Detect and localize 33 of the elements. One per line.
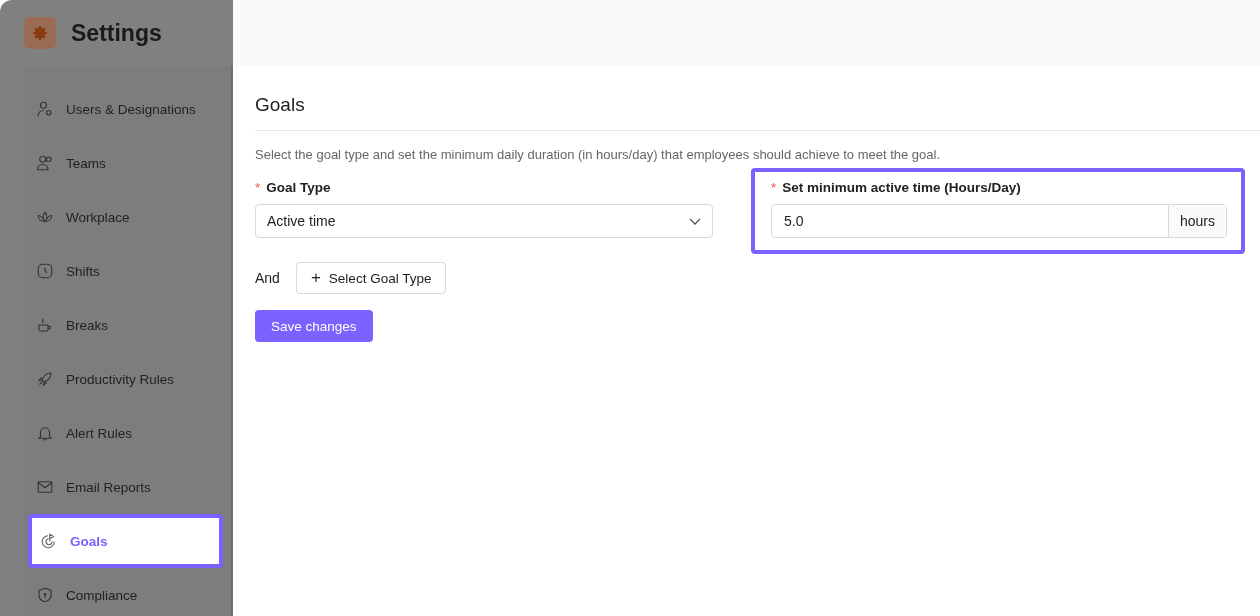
sidebar-item[interactable]: Teams: [24, 136, 231, 190]
unit-addon: hours: [1167, 205, 1226, 237]
goal-type-dropdown[interactable]: Active time: [255, 204, 713, 238]
select-goal-type-button[interactable]: + Select Goal Type: [295, 262, 447, 294]
sidebar-item[interactable]: Productivity Rules: [24, 352, 231, 406]
target-icon: [40, 532, 58, 550]
and-label: And: [255, 270, 280, 286]
user-gear-icon: [36, 100, 54, 118]
sidebar-item[interactable]: Workplace: [24, 190, 231, 244]
sidebar-item[interactable]: Alert Rules: [24, 406, 231, 460]
shield-icon: [36, 586, 54, 604]
users-icon: [36, 154, 54, 172]
sidebar-item[interactable]: Users & Designations: [24, 82, 231, 136]
mail-icon: [36, 478, 54, 496]
hours-field[interactable]: 5.0 hours: [771, 204, 1227, 238]
sidebar-item[interactable]: Email Reports: [24, 460, 231, 514]
sidebar-item[interactable]: Breaks: [24, 298, 231, 352]
sidebar-item[interactable]: Compliance: [24, 568, 231, 616]
clock-icon: [36, 262, 54, 280]
field-label: Goal Type: [266, 180, 331, 195]
description-text: Select the goal type and set the minimum daily duration (in hours/day) that employees should achieve to meet the goal.: [255, 147, 942, 162]
save-button[interactable]: Save changes: [255, 310, 373, 342]
rocket-icon: [36, 370, 54, 388]
field-label: Set minimum active time (Hours/Day): [782, 180, 1021, 195]
page-title: Settings: [71, 19, 162, 47]
sidebar-item[interactable]: Goals: [28, 514, 223, 568]
required-mark: *: [771, 180, 777, 195]
cup-icon: [36, 316, 54, 334]
required-mark: *: [255, 180, 261, 195]
bell-icon: [36, 424, 54, 442]
sidebar-item[interactable]: Shifts: [24, 244, 231, 298]
section-title: Goals: [255, 66, 1260, 131]
gear-logo-icon: [24, 17, 56, 49]
